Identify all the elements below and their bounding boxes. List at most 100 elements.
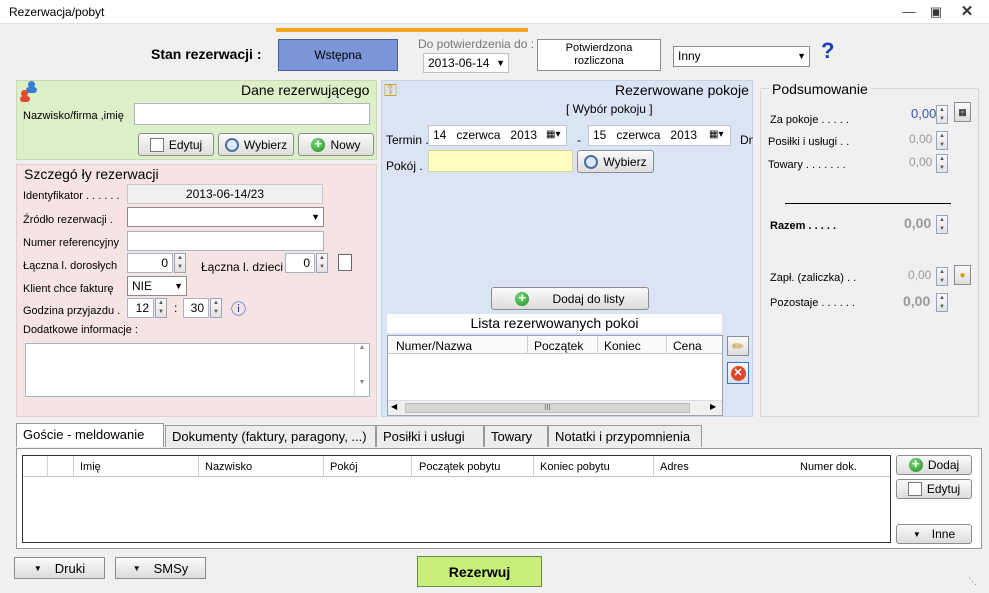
edit-room-button[interactable]: ✏ (727, 336, 749, 356)
invoice-select[interactable]: NIE ▼ (127, 276, 187, 296)
column-header[interactable]: Imię (80, 461, 101, 473)
summary-deposit-spinner[interactable]: ▲ ▼ (936, 267, 948, 286)
summary-goods-label: Towary . . . . . . . (768, 159, 846, 171)
room-input[interactable] (428, 150, 573, 172)
tab-goods[interactable]: Towary (484, 425, 548, 447)
booker-edit-label: Edytuj (168, 137, 203, 152)
room-list-header: Numer/Nazwa Początek Koniec Cena (388, 336, 722, 354)
identifier-label: Identyfikator . . . . . . (23, 190, 120, 202)
column-header[interactable]: Początek (534, 339, 583, 353)
magnifier-icon (224, 137, 239, 152)
arrival-minute-spinner[interactable]: ▲ ▼ (210, 298, 222, 318)
calendar-icon[interactable]: ▦▾ (709, 129, 723, 140)
additional-info-textarea[interactable] (25, 343, 370, 397)
guest-add-label: Dodaj (927, 458, 960, 472)
column-header[interactable]: Koniec pobytu (540, 461, 610, 473)
status-confirmed-button[interactable]: Potwierdzona rozliczona (537, 39, 661, 71)
summary-goods-spinner[interactable]: ▲ ▼ (936, 154, 948, 173)
title-bar: Rezerwacja/pobyt — ▣ ✕ (0, 0, 989, 24)
column-header[interactable]: Adres (660, 461, 689, 473)
summary-remaining-spinner[interactable]: ▲ ▼ (936, 293, 948, 312)
room-list-grid: Numer/Nazwa Początek Koniec Cena ◀ III ▶ (387, 335, 723, 416)
column-header[interactable]: Pokój (330, 461, 358, 473)
tab-notes[interactable]: Notatki i przypomnienia (548, 425, 702, 447)
info-icon[interactable]: ⓘ (231, 298, 246, 319)
minimize-icon[interactable]: — (895, 2, 923, 22)
add-icon (515, 290, 530, 306)
rooms-title: Rezerwowane pokoje (615, 82, 749, 98)
prints-button[interactable]: ▼ Druki (14, 557, 105, 579)
calendar-icon[interactable]: ▦▾ (546, 129, 560, 140)
scroll-thumb[interactable]: III (405, 403, 690, 413)
status-other-select[interactable]: Inny ▼ (673, 46, 810, 67)
reserve-button[interactable]: Rezerwuj (417, 556, 542, 587)
booker-edit-button[interactable]: Edytuj (138, 133, 214, 156)
term-days-label: Dn (740, 133, 753, 147)
booker-new-button[interactable]: Nowy (298, 133, 374, 156)
column-header[interactable]: Nazwisko (205, 461, 252, 473)
guest-edit-button[interactable]: Edytuj (896, 479, 972, 499)
prints-label: Druki (54, 560, 86, 576)
tab-documents[interactable]: Dokumenty (faktury, paragony, ...) (165, 425, 376, 447)
column-header[interactable]: Cena (673, 339, 702, 353)
summary-divider (785, 203, 951, 204)
children-input[interactable]: 0 (285, 253, 315, 273)
add-to-list-button[interactable]: Dodaj do listy (491, 287, 649, 310)
summary-total-spinner[interactable]: ▲ ▼ (936, 215, 948, 234)
arrival-hour-spinner[interactable]: ▲ ▼ (155, 298, 167, 318)
children-spinner[interactable]: ▲ ▼ (316, 253, 328, 273)
scroll-left-icon[interactable]: ◀ (391, 402, 397, 411)
summary-meals-spinner[interactable]: ▲ ▼ (936, 131, 948, 150)
adults-spinner[interactable]: ▲ ▼ (174, 253, 186, 273)
chevron-down-icon: ▼ (174, 281, 183, 291)
guest-edit-label: Edytuj (926, 482, 961, 496)
guest-other-label: Inne (931, 527, 956, 541)
resize-grip-icon[interactable]: ⋱ (968, 576, 977, 587)
confirmed-line2: rozliczona (574, 55, 624, 67)
arrival-hour-input[interactable]: 12 (127, 298, 154, 318)
confirm-date-picker[interactable]: 2013-06-14 ▼ (423, 53, 509, 73)
close-icon[interactable]: ✕ (953, 2, 981, 22)
people-icon (20, 81, 42, 105)
summary-deposit-label: Zapł. (zaliczka) . . (770, 272, 857, 284)
guest-other-button[interactable]: ▼ Inne (896, 524, 972, 544)
column-header[interactable]: Początek pobytu (419, 461, 500, 473)
reference-input[interactable] (127, 231, 324, 251)
booker-select-label: Wybierz (243, 137, 288, 152)
delete-room-button[interactable]: ✕ (727, 362, 749, 384)
deposit-button[interactable]: ● (954, 265, 971, 285)
info-label: Dodatkowe informacje : (23, 324, 138, 336)
booker-select-button[interactable]: Wybierz (218, 133, 294, 156)
summary-calc-button[interactable]: ▦ (954, 102, 971, 122)
chevron-down-icon: ▼ (132, 563, 141, 573)
status-initial-button[interactable]: Wstępna (278, 39, 398, 71)
room-list-hscrollbar[interactable]: ◀ III ▶ (388, 400, 722, 415)
booker-name-input[interactable] (134, 103, 370, 125)
column-header[interactable]: Numer/Nazwa (396, 339, 472, 353)
confirmed-line1: Potwierdzona (565, 42, 633, 54)
calculator-icon[interactable] (338, 254, 352, 271)
help-icon[interactable]: ? (821, 38, 834, 64)
adults-input[interactable]: 0 (127, 253, 173, 273)
key-icon: ⚿ (384, 81, 397, 100)
source-select[interactable]: ▼ (127, 207, 324, 227)
children-label: Łączna l. dzieci (201, 260, 284, 274)
term-to-picker[interactable]: 15 czerwca 2013 ▦▾ (588, 125, 731, 146)
column-header[interactable]: Koniec (604, 339, 641, 353)
info-scrollbar[interactable]: ▲ ▼ (354, 344, 369, 396)
term-from-picker[interactable]: 14 czerwca 2013 ▦▾ (428, 125, 567, 146)
room-select-button[interactable]: Wybierz (577, 150, 654, 173)
summary-rooms-spinner[interactable]: ▲ ▼ (936, 105, 948, 124)
sms-label: SMSy (153, 560, 189, 576)
sms-button[interactable]: ▼ SMSy (115, 557, 206, 579)
maximize-icon[interactable]: ▣ (922, 2, 950, 22)
summary-panel: Podsumowanie Za pokoje . . . . . 0,00 ▲ ▼… (760, 81, 979, 417)
tab-meals[interactable]: Posiłki i usługi (376, 425, 484, 447)
tab-guests[interactable]: Goście - meldowanie (16, 423, 164, 447)
chevron-down-icon: ▼ (797, 51, 806, 61)
chevron-down-icon: ▼ (912, 529, 921, 539)
column-header[interactable]: Numer dok. (800, 461, 857, 473)
scroll-right-icon[interactable]: ▶ (710, 402, 716, 411)
arrival-minute-input[interactable]: 30 (183, 298, 209, 318)
guest-add-button[interactable]: Dodaj (896, 455, 972, 475)
